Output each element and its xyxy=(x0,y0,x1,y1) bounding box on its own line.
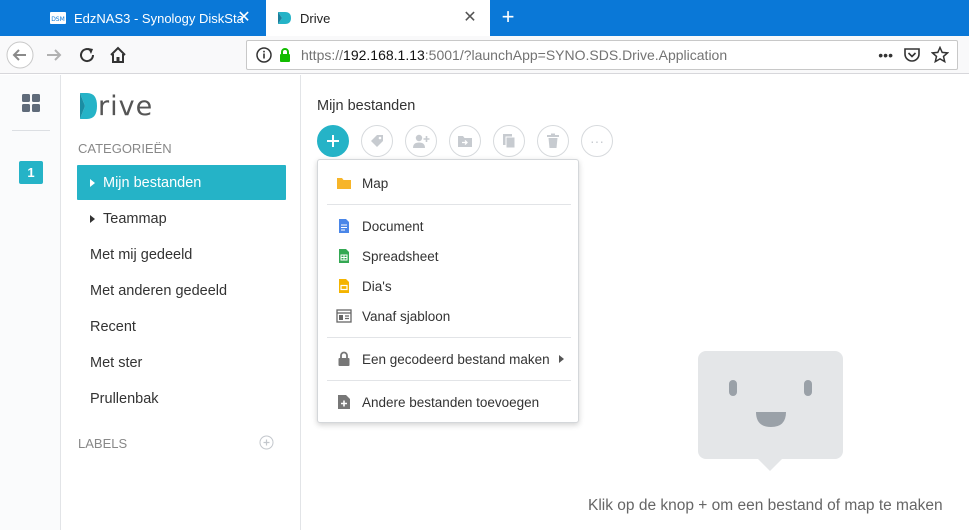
spreadsheet-icon xyxy=(339,249,349,263)
template-icon xyxy=(336,309,352,323)
copy-icon xyxy=(503,134,516,149)
tab-drive[interactable]: Drive ✕ xyxy=(266,0,490,36)
create-menu: Map Document Spreadsheet Dia's Vanaf sja xyxy=(317,159,579,423)
sidebar-item-label: Met anderen gedeeld xyxy=(90,282,228,299)
sidebar-item-label: Mijn bestanden xyxy=(103,174,202,191)
reload-icon xyxy=(80,48,95,63)
sidebar: rive CATEGORIEËN Mijn bestanden Teammap … xyxy=(61,75,301,530)
move-folder-icon xyxy=(458,136,472,147)
menu-divider xyxy=(327,337,571,338)
menu-item-document[interactable]: Document xyxy=(318,211,578,241)
reload-button[interactable] xyxy=(73,41,101,69)
copy-button[interactable] xyxy=(493,125,525,157)
svg-text:DSM: DSM xyxy=(51,16,65,23)
tag-icon xyxy=(371,135,383,147)
delete-button[interactable] xyxy=(537,125,569,157)
sidebar-item-label: Met mij gedeeld xyxy=(90,246,193,263)
categories-heading: CATEGORIEËN xyxy=(78,141,172,156)
menu-divider xyxy=(327,204,571,205)
empty-state-illustration xyxy=(698,351,843,471)
document-icon xyxy=(339,219,349,233)
drive-logo-icon xyxy=(80,93,97,119)
app-grid-icon[interactable] xyxy=(21,93,41,113)
plus-icon xyxy=(327,135,339,147)
submenu-caret-icon xyxy=(559,355,564,363)
url-bar[interactable]: https://192.168.1.13:5001/?launchApp=SYN… xyxy=(246,40,958,70)
drive-logo: rive xyxy=(78,89,153,123)
menu-item-label: Dia's xyxy=(362,278,392,294)
sidebar-item-label: Prullenbak xyxy=(90,390,159,407)
sidebar-item-trash[interactable]: Prullenbak xyxy=(77,381,286,416)
sidebar-item-my-files[interactable]: Mijn bestanden xyxy=(77,165,286,200)
sidebar-item-label: Met ster xyxy=(90,354,143,371)
back-button[interactable] xyxy=(6,41,34,69)
sidebar-item-label: Recent xyxy=(90,318,136,335)
account-badge[interactable]: 1 xyxy=(19,161,43,184)
close-tab-icon[interactable]: ✕ xyxy=(462,10,478,26)
menu-item-label: Vanaf sjabloon xyxy=(362,308,451,324)
menu-item-add-other-files[interactable]: Andere bestanden toevoegen xyxy=(318,387,578,417)
label-button[interactable] xyxy=(361,125,393,157)
menu-item-label: Spreadsheet xyxy=(362,248,439,264)
bookmark-star-icon[interactable] xyxy=(931,46,949,64)
forward-button[interactable] xyxy=(40,41,68,69)
more-icon: ··· xyxy=(590,133,604,149)
add-file-icon xyxy=(338,395,350,409)
sidebar-item-shared-with-me[interactable]: Met mij gedeeld xyxy=(77,237,286,272)
sidebar-item-recent[interactable]: Recent xyxy=(77,309,286,344)
menu-item-spreadsheet[interactable]: Spreadsheet xyxy=(318,241,578,271)
add-label-icon[interactable] xyxy=(259,435,274,450)
tab-diskstation[interactable]: DSM EdzNAS3 - Synology DiskStation ✕ xyxy=(40,0,264,36)
browser-navbar: https://192.168.1.13:5001/?launchApp=SYN… xyxy=(0,36,969,74)
labels-heading: LABELS xyxy=(78,436,128,451)
menu-item-encrypted-file[interactable]: Een gecodeerd bestand maken xyxy=(318,344,578,374)
pocket-icon[interactable] xyxy=(903,46,921,64)
forward-arrow-icon xyxy=(47,49,62,61)
back-arrow-icon xyxy=(6,41,34,69)
empty-state-message: Klik op de knop + om een bestand of map … xyxy=(588,497,943,514)
breadcrumb: Mijn bestanden xyxy=(317,98,416,114)
new-tab-button[interactable]: + xyxy=(497,6,519,28)
close-tab-icon[interactable]: ✕ xyxy=(236,10,252,26)
add-user-icon xyxy=(413,134,430,148)
create-button[interactable] xyxy=(317,125,349,157)
dsm-favicon-icon: DSM xyxy=(50,12,66,24)
menu-item-label: Andere bestanden toevoegen xyxy=(362,394,540,410)
move-button[interactable] xyxy=(449,125,481,157)
tab-title: Drive xyxy=(300,10,331,26)
more-actions-button[interactable]: ··· xyxy=(581,125,613,157)
secure-lock-icon[interactable] xyxy=(277,47,293,63)
sidebar-item-shared-with-others[interactable]: Met anderen gedeeld xyxy=(77,273,286,308)
expand-caret-icon[interactable] xyxy=(90,214,95,223)
trash-icon xyxy=(547,133,559,148)
menu-item-slides[interactable]: Dia's xyxy=(318,271,578,301)
expand-caret-icon[interactable] xyxy=(90,178,95,187)
menu-item-label: Een gecodeerd bestand maken xyxy=(362,351,550,367)
url-text: https://192.168.1.13:5001/?launchApp=SYN… xyxy=(301,47,728,63)
sidebar-item-team-folder[interactable]: Teammap xyxy=(77,201,286,236)
home-button[interactable] xyxy=(104,41,132,69)
home-icon xyxy=(110,46,126,63)
share-button[interactable] xyxy=(405,125,437,157)
left-rail: 1 xyxy=(0,75,61,530)
menu-item-label: Document xyxy=(362,218,424,234)
drive-favicon-icon xyxy=(278,12,291,24)
sidebar-item-starred[interactable]: Met ster xyxy=(77,345,286,380)
folder-icon xyxy=(337,178,351,189)
lock-icon xyxy=(338,351,350,366)
slides-icon xyxy=(339,279,349,293)
info-icon[interactable] xyxy=(255,46,273,64)
menu-item-label: Map xyxy=(362,175,389,191)
menu-divider xyxy=(327,380,571,381)
menu-item-folder[interactable]: Map xyxy=(318,168,578,198)
rail-divider xyxy=(12,130,50,131)
menu-item-from-template[interactable]: Vanaf sjabloon xyxy=(318,301,578,331)
browser-tab-strip: DSM EdzNAS3 - Synology DiskStation ✕ Dri… xyxy=(0,0,969,36)
page-actions-icon[interactable]: ••• xyxy=(878,46,893,64)
tab-title: EdzNAS3 - Synology DiskStation xyxy=(74,10,244,26)
sidebar-item-label: Teammap xyxy=(103,210,167,227)
logo-text: rive xyxy=(98,90,154,122)
